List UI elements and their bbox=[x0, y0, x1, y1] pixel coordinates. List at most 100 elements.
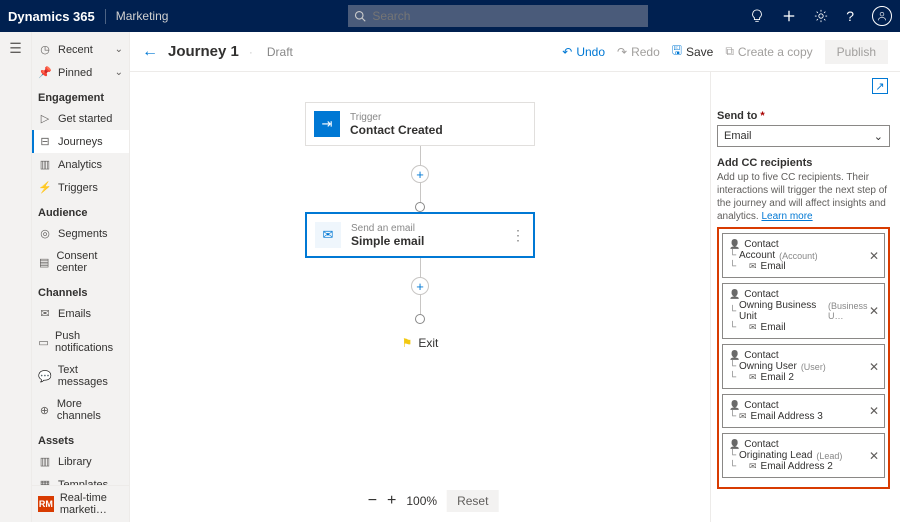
zoom-reset-button[interactable]: Reset bbox=[447, 490, 498, 512]
sidebar-pinned[interactable]: 📌 Pinned ⌄ bbox=[32, 61, 129, 84]
send-to-select[interactable]: Email ⌄ bbox=[717, 125, 890, 147]
properties-panel: ↗ Send to * Email ⌄ Add CC recipients Ad… bbox=[710, 72, 900, 522]
journey-canvas[interactable]: ⇥ Trigger Contact Created + ✉ Send an em… bbox=[130, 72, 710, 522]
connector-dot bbox=[415, 314, 425, 324]
hamburger-icon[interactable]: ☰ bbox=[9, 40, 22, 57]
save-button[interactable]: 🖫Save bbox=[672, 41, 714, 62]
trigger-node[interactable]: ⇥ Trigger Contact Created bbox=[305, 102, 535, 146]
zoom-level: 100% bbox=[406, 494, 437, 508]
chart-icon: ▥ bbox=[38, 158, 52, 171]
cc-relation: Owning Business Unit bbox=[739, 300, 824, 322]
mail-icon: ✉ bbox=[38, 307, 52, 320]
node-label: Send an email bbox=[351, 223, 424, 234]
sidebar-item-label: Journeys bbox=[58, 136, 103, 148]
sidebar-group-title: Engagement bbox=[32, 84, 129, 107]
chevron-down-icon: ⌄ bbox=[115, 67, 123, 78]
undo-button[interactable]: ↶Undo bbox=[562, 45, 605, 59]
journey-icon: ⊟ bbox=[38, 135, 52, 148]
select-value: Email bbox=[724, 130, 752, 142]
expand-panel-button[interactable]: ↗ bbox=[872, 78, 888, 94]
cc-recipient-card[interactable]: ✕ Contact Email Address 3 bbox=[722, 394, 885, 428]
zoom-out-button[interactable]: − bbox=[368, 492, 377, 510]
page-title: Journey 1 bbox=[168, 43, 239, 60]
back-button[interactable]: ← bbox=[142, 43, 158, 61]
cc-recipient-card[interactable]: ✕ ContactOriginating Lead (Lead) Email A… bbox=[722, 433, 885, 478]
add-step-button[interactable]: + bbox=[411, 165, 429, 183]
sidebar-item-segments[interactable]: ◎Segments bbox=[32, 222, 129, 245]
person-icon bbox=[729, 439, 740, 450]
mail-icon bbox=[749, 322, 757, 333]
mail-icon bbox=[739, 411, 747, 422]
redo-button: ↷Redo bbox=[617, 45, 660, 59]
sidebar-item-label: Push notifications bbox=[55, 330, 123, 354]
top-bar: Dynamics 365 Marketing ? bbox=[0, 0, 900, 32]
connector-line bbox=[420, 146, 421, 166]
cc-recipient-card[interactable]: ✕ ContactAccount (Account) Email bbox=[722, 233, 885, 278]
email-node[interactable]: ✉ Send an email Simple email ⋮ bbox=[305, 212, 535, 258]
zoom-controls: − + 100% Reset bbox=[368, 490, 499, 512]
play-icon: ▷ bbox=[38, 112, 52, 125]
sidebar-recent[interactable]: ◷ Recent ⌄ bbox=[32, 38, 129, 61]
app-badge: RM bbox=[38, 496, 54, 512]
pin-icon: 📌 bbox=[38, 66, 52, 79]
sms-icon: 💬 bbox=[38, 370, 52, 383]
send-to-label: Send to * bbox=[717, 110, 890, 122]
node-label: Trigger bbox=[350, 112, 443, 123]
node-menu-button[interactable]: ⋮ bbox=[511, 227, 525, 244]
sidebar-item-sms[interactable]: 💬 Text messages bbox=[32, 359, 129, 393]
sidebar-group-title: Assets bbox=[32, 427, 129, 450]
person-icon bbox=[729, 289, 740, 300]
brand: Dynamics 365 bbox=[8, 9, 106, 24]
connector-dot bbox=[415, 202, 425, 212]
sidebar-item-emails[interactable]: ✉Emails bbox=[32, 302, 129, 325]
app-switcher-label: Real-time marketi… bbox=[60, 492, 130, 516]
zoom-in-button[interactable]: + bbox=[387, 492, 396, 510]
sidebar-item-label: Get started bbox=[58, 113, 112, 125]
cc-recipient-card[interactable]: ✕ ContactOwning User (User) Email 2 bbox=[722, 344, 885, 389]
mail-icon bbox=[749, 372, 757, 383]
global-search[interactable] bbox=[348, 5, 648, 27]
bolt-icon: ⚡ bbox=[38, 181, 52, 194]
sidebar-item-more-channels[interactable]: ⊕More channels bbox=[32, 393, 129, 427]
cc-description: Add up to five CC recipients. Their inte… bbox=[717, 171, 890, 223]
cc-title: Add CC recipients bbox=[717, 157, 890, 169]
help-icon[interactable]: ? bbox=[846, 8, 854, 24]
cc-relation-type: (User) bbox=[801, 362, 826, 372]
sidebar-item-journeys[interactable]: ⊟ Journeys bbox=[32, 130, 129, 153]
cc-field: Email bbox=[761, 261, 786, 272]
sidebar-group-title: Audience bbox=[32, 199, 129, 222]
cc-field: Email bbox=[761, 322, 786, 333]
cc-entity: Contact bbox=[744, 289, 778, 300]
sidebar-item-triggers[interactable]: ⚡Triggers bbox=[32, 176, 129, 199]
chevron-down-icon: ⌄ bbox=[115, 44, 123, 55]
lightbulb-icon[interactable] bbox=[750, 9, 764, 23]
save-icon: 🖫 bbox=[672, 41, 682, 62]
cc-recipient-card[interactable]: ✕ ContactOwning Business Unit (Business … bbox=[722, 283, 885, 339]
search-input[interactable] bbox=[372, 9, 642, 23]
undo-icon: ↶ bbox=[562, 45, 572, 59]
gear-icon[interactable] bbox=[814, 9, 828, 23]
sidebar-group-title: Channels bbox=[32, 279, 129, 302]
sidebar-item-get-started[interactable]: ▷ Get started bbox=[32, 107, 129, 130]
exit-label: Exit bbox=[418, 336, 438, 350]
plus-icon[interactable] bbox=[782, 9, 796, 23]
node-title: Simple email bbox=[351, 234, 424, 248]
connector-line bbox=[420, 258, 421, 278]
cc-entity: Contact bbox=[744, 239, 778, 250]
mail-icon bbox=[749, 261, 757, 272]
sidebar-item-analytics[interactable]: ▥Analytics bbox=[32, 153, 129, 176]
connector-line bbox=[420, 182, 421, 202]
sidebar-item-label: Text messages bbox=[58, 364, 123, 388]
sidebar-item-library[interactable]: ▥Library bbox=[32, 450, 129, 473]
cc-entity: Contact bbox=[744, 439, 778, 450]
sidebar-item-push[interactable]: ▭Push notifications bbox=[32, 325, 129, 359]
mail-icon bbox=[749, 461, 757, 472]
sidebar-footer[interactable]: RM Real-time marketi… bbox=[32, 485, 130, 522]
add-step-button[interactable]: + bbox=[411, 277, 429, 295]
learn-more-link[interactable]: Learn more bbox=[761, 211, 812, 222]
copy-button: ⧉Create a copy bbox=[725, 44, 812, 59]
sidebar-item-consent[interactable]: ▤Consent center bbox=[32, 245, 129, 279]
sidebar-item-label: Library bbox=[58, 456, 92, 468]
avatar[interactable] bbox=[872, 6, 892, 26]
sidebar: ◷ Recent ⌄ 📌 Pinned ⌄ Engagement ▷ Get st… bbox=[32, 32, 130, 522]
